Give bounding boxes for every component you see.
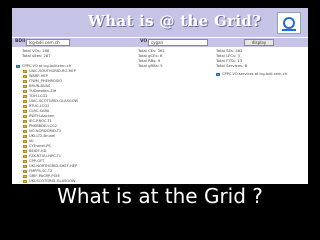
folder-icon [23,75,27,78]
folder-icon [23,150,27,153]
logo-circle-icon [283,17,295,29]
stats-col-2: Total CEs: 361 Total gCEs: 6 Total RBs: … [138,48,165,68]
folder-icon [23,140,27,143]
slide-caption: What is at the Grid ? [57,184,263,208]
toolbar: BDII lcg-bdii.cern.ch VO cygan display [12,38,308,47]
folder-icon [23,155,27,158]
folder-icon [23,90,27,93]
stat-line: Total gRBs: 5 [138,63,163,68]
display-button[interactable]: display [244,39,274,46]
folder-icon [23,160,27,163]
services-item[interactable]: CPPC-VO services at lcg-bdii.cern.ch [216,72,287,76]
tree-children: UAIC-SOUTHGRID-RO-HEP WARP-HEP ITWM_PHEHRO… [16,69,126,184]
folder-icon [23,165,27,168]
folder-icon [23,105,27,108]
banner-title: What is @ the Grid? [88,12,262,30]
folder-icon [23,110,27,113]
stat-line: Total Services: 6 [216,63,247,68]
banner: What is @ the Grid? [12,8,308,37]
folder-icon [23,70,27,73]
folder-icon [23,170,27,173]
services-label: CPPC-VO services at lcg-bdii.cern.ch [222,72,287,76]
folder-icon [23,135,27,138]
services-icon [216,72,220,76]
folder-icon [23,180,27,183]
folder-icon [23,125,27,128]
folder-icon [23,85,27,88]
stats-col-3: Total SEs: 462 Total LFCs: 3 Total FTSs:… [216,48,247,68]
folder-icon [23,130,27,133]
brand-logo [277,12,301,34]
bdii-select[interactable]: lcg-bdii.cern.ch [26,39,70,46]
vo-select[interactable]: cygan [148,39,208,46]
folder-icon [23,95,27,98]
folder-icon [23,175,27,178]
stat-line: Total sites: 287 [22,53,51,58]
folder-icon [23,120,27,123]
stats-col-1: Total VOs: 168 Total sites: 287 [22,48,51,58]
folder-icon [23,115,27,118]
logo-bar-icon [282,29,296,31]
site-tree: CPPC-VO at lcg-bdii.cern.ch UAIC-SOUTHGR… [16,64,126,184]
vo-label: VO [140,39,148,44]
folder-icon [23,80,27,83]
folder-icon [23,145,27,148]
bdii-label: BDII [15,39,26,44]
folder-icon [16,65,20,68]
folder-icon [23,100,27,103]
screenshot-panel: What is @ the Grid? BDII lcg-bdii.cern.c… [12,8,308,184]
